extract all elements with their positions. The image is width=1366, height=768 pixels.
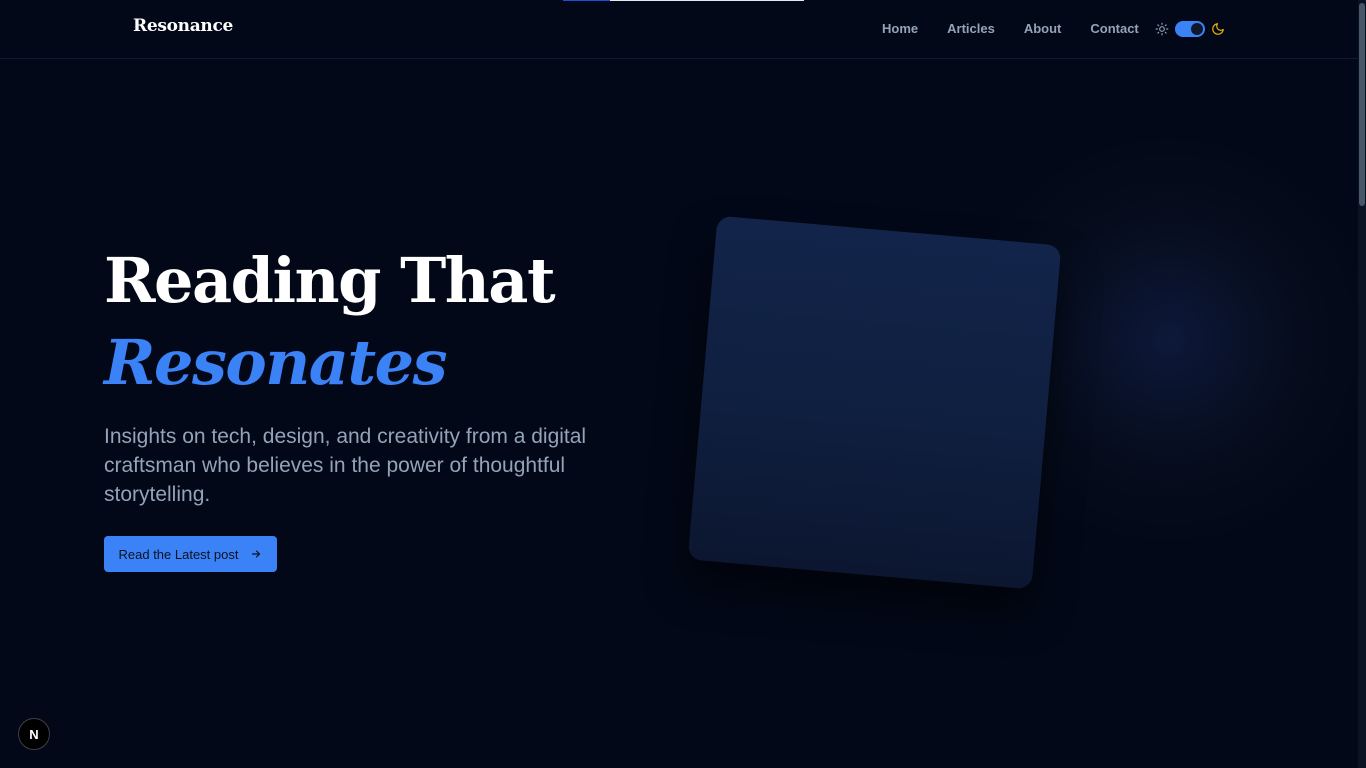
theme-switcher (1155, 21, 1225, 37)
hero-featured-card (687, 215, 1062, 590)
page: Resonance Home Articles About Contact Re… (0, 0, 1366, 768)
nextjs-icon: N (29, 726, 39, 742)
hero-title-line1: Reading That (104, 244, 556, 317)
nextjs-badge[interactable]: N (18, 718, 50, 750)
nav-about[interactable]: About (1024, 21, 1062, 36)
theme-toggle-knob (1191, 23, 1203, 35)
cta-label: Read the Latest post (118, 546, 239, 562)
theme-toggle[interactable] (1175, 21, 1205, 37)
main-nav: Home Articles About Contact (882, 21, 1139, 36)
nav-home[interactable]: Home (882, 21, 918, 36)
arrow-right-icon (252, 550, 261, 558)
hero-title-accent: Resonates (104, 326, 447, 399)
moon-icon (1212, 23, 1224, 35)
hero-title: Reading That Resonates (104, 240, 556, 404)
read-latest-post-button[interactable]: Read the Latest post (104, 536, 277, 572)
scrollbar-thumb[interactable] (1359, 3, 1365, 206)
nav-articles[interactable]: Articles (947, 21, 995, 36)
scrollbar[interactable] (1358, 0, 1366, 768)
site-header: Resonance Home Articles About Contact (0, 0, 1358, 59)
hero-subtitle: Insights on tech, design, and creativity… (104, 425, 587, 506)
brand-logo[interactable]: Resonance (133, 16, 233, 36)
nav-contact[interactable]: Contact (1090, 21, 1138, 36)
sun-icon (1155, 22, 1169, 36)
